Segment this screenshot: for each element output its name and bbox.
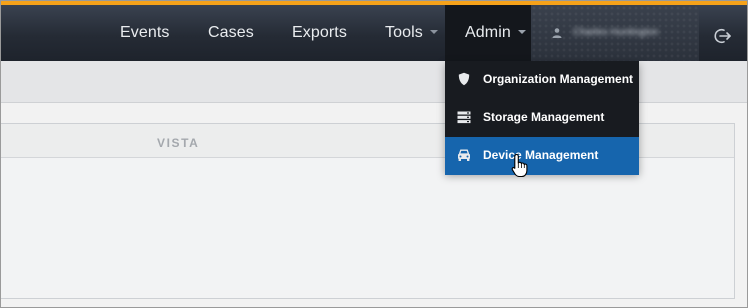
user-icon <box>552 28 562 38</box>
nav-exports-label: Exports <box>292 24 347 41</box>
menu-item-organization-management[interactable]: Organization Management <box>445 61 639 99</box>
nav-exports[interactable]: Exports <box>292 5 347 61</box>
hand-pointer-icon <box>511 153 528 178</box>
user-name: Charles Huntington <box>573 27 659 38</box>
admin-dropdown-menu: Organization Management Storage Manageme… <box>445 61 639 175</box>
nav-tools-label: Tools <box>385 24 423 41</box>
car-icon <box>458 149 470 161</box>
logout-icon[interactable] <box>713 27 733 45</box>
storage-icon <box>457 111 471 124</box>
nav-events-label: Events <box>120 24 170 41</box>
app-window: Events Cases Exports Tools Admin Charles… <box>0 0 748 308</box>
nav-tools[interactable]: Tools <box>385 5 438 61</box>
shield-icon <box>458 72 470 86</box>
chevron-down-icon <box>429 29 438 34</box>
nav-cases-label: Cases <box>208 24 254 41</box>
menu-item-label: Organization Management <box>483 72 634 86</box>
chevron-down-icon <box>517 29 526 34</box>
menu-item-label: Device Management <box>483 148 599 162</box>
nav-cases[interactable]: Cases <box>208 5 254 61</box>
vista-logo: VISTA <box>157 136 200 150</box>
menu-item-label: Storage Management <box>483 110 605 124</box>
menu-item-storage-management[interactable]: Storage Management <box>445 99 639 137</box>
nav-events[interactable]: Events <box>120 5 170 61</box>
top-navigation-bar: Events Cases Exports Tools Admin Charles… <box>1 1 747 61</box>
nav-admin-label: Admin <box>465 24 511 41</box>
menu-item-device-management[interactable]: Device Management <box>445 137 639 175</box>
user-menu[interactable]: Charles Huntington <box>531 5 699 61</box>
